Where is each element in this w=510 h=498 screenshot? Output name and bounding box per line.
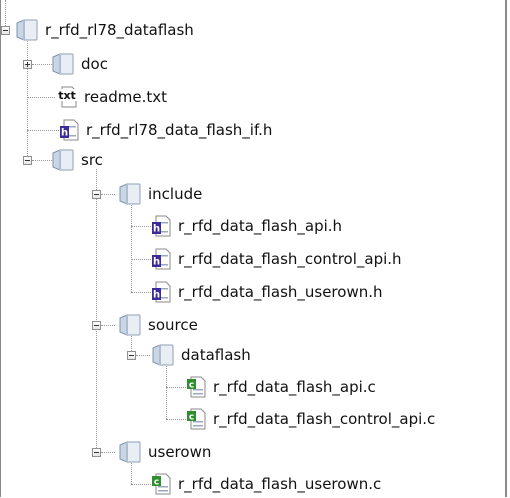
file-tree: r_rfd_rl78_dataflash doc txt readme.txt …	[0, 0, 507, 497]
tree-line	[131, 259, 151, 260]
folder-icon	[117, 313, 143, 337]
tree-item-root[interactable]: r_rfd_rl78_dataflash	[14, 16, 194, 44]
tree-item-doc[interactable]: doc	[50, 50, 108, 78]
tree-item-label: r_rfd_rl78_dataflash	[45, 21, 194, 39]
tree-line	[166, 419, 186, 420]
collapse-toggle-dataflash[interactable]	[127, 351, 136, 360]
tree-line	[101, 194, 115, 195]
tree-line	[131, 202, 132, 292]
tree-line	[131, 226, 151, 227]
c-file-icon	[186, 375, 208, 399]
c-file-icon	[151, 472, 173, 496]
tree-item-label: r_rfd_data_flash_control_api.c	[213, 410, 436, 428]
folder-icon	[117, 182, 143, 206]
folder-icon	[117, 440, 143, 464]
tree-item-label: dataflash	[181, 346, 251, 364]
tree-item-userown-h[interactable]: r_rfd_data_flash_userown.h	[151, 278, 383, 306]
tree-item-control-api-h[interactable]: r_rfd_data_flash_control_api.h	[151, 245, 402, 273]
tree-line	[32, 160, 52, 161]
expand-toggle-doc[interactable]	[23, 60, 32, 69]
tree-line	[27, 130, 59, 131]
tree-item-if-header[interactable]: r_rfd_rl78_data_flash_if.h	[59, 116, 272, 144]
tree-line	[96, 169, 97, 452]
tree-line	[101, 452, 115, 453]
header-file-icon	[151, 214, 173, 238]
folder-icon	[50, 148, 76, 172]
tree-item-label: userown	[148, 443, 212, 461]
tree-item-api-c[interactable]: r_rfd_data_flash_api.c	[186, 373, 376, 401]
collapse-toggle-root[interactable]	[1, 26, 10, 35]
tree-item-label: src	[81, 151, 103, 169]
tree-line	[166, 387, 186, 388]
tree-item-label: r_rfd_data_flash_api.h	[178, 217, 343, 235]
tree-item-label: include	[148, 185, 203, 203]
tree-line	[101, 325, 115, 326]
tree-item-control-api-c[interactable]: r_rfd_data_flash_control_api.c	[186, 405, 435, 433]
header-file-icon	[59, 118, 81, 142]
folder-icon	[150, 343, 176, 367]
collapse-toggle-include[interactable]	[92, 190, 101, 199]
header-file-icon	[151, 247, 173, 271]
tree-item-userown-c[interactable]: r_rfd_data_flash_userown.c	[151, 470, 381, 498]
tree-line	[131, 292, 151, 293]
tree-line	[166, 364, 167, 419]
tree-line	[32, 64, 52, 65]
tree-item-source[interactable]: source	[117, 311, 198, 339]
tree-item-dataflash[interactable]: dataflash	[150, 341, 251, 369]
tree-item-label: readme.txt	[84, 88, 168, 106]
tree-line	[131, 484, 151, 485]
tree-item-label: r_rfd_rl78_data_flash_if.h	[86, 121, 273, 139]
tree-item-label: r_rfd_data_flash_control_api.h	[178, 250, 402, 268]
tree-item-userown[interactable]: userown	[117, 438, 211, 466]
tree-item-src[interactable]: src	[50, 146, 103, 174]
tree-item-label: source	[148, 316, 198, 334]
text-file-icon: txt	[55, 86, 79, 108]
tree-item-label: r_rfd_data_flash_api.c	[213, 378, 376, 396]
collapse-toggle-userown[interactable]	[92, 448, 101, 457]
tree-item-label: doc	[81, 55, 108, 73]
tree-line	[136, 355, 150, 356]
folder-icon	[50, 52, 76, 76]
collapse-toggle-src[interactable]	[23, 156, 32, 165]
tree-item-api-h[interactable]: r_rfd_data_flash_api.h	[151, 212, 342, 240]
tree-item-include[interactable]: include	[117, 180, 202, 208]
tree-item-label: r_rfd_data_flash_userown.h	[178, 283, 383, 301]
folder-icon	[14, 18, 40, 42]
c-file-icon	[186, 407, 208, 431]
tree-item-label: r_rfd_data_flash_userown.c	[178, 475, 382, 493]
collapse-toggle-source[interactable]	[92, 321, 101, 330]
svg-text:txt: txt	[58, 89, 76, 102]
tree-line	[27, 97, 55, 98]
tree-item-readme[interactable]: txt readme.txt	[55, 83, 167, 111]
header-file-icon	[151, 280, 173, 304]
